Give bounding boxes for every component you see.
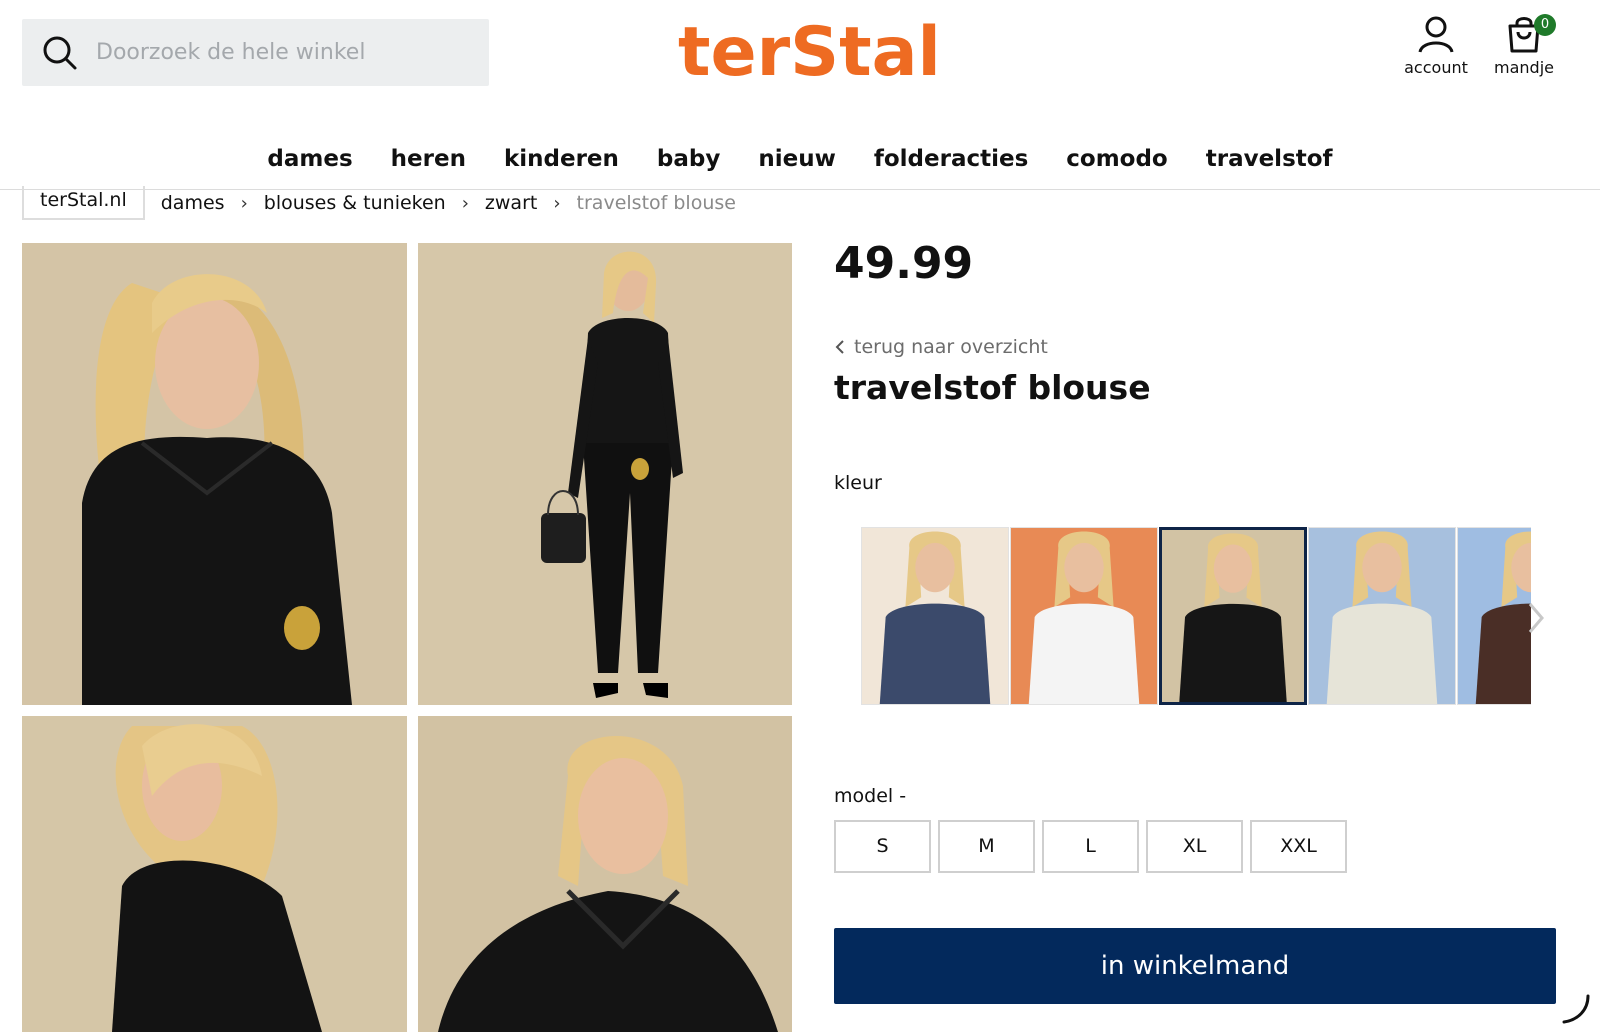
- breadcrumb-home[interactable]: terStal.nl: [22, 186, 145, 220]
- breadcrumb-item[interactable]: dames: [161, 193, 225, 213]
- logo[interactable]: terStal: [678, 12, 941, 94]
- navy-blouse-swatch[interactable]: [861, 527, 1009, 705]
- size-option-xl[interactable]: XL: [1146, 820, 1243, 873]
- cart-button[interactable]: 0 mandje: [1490, 14, 1558, 77]
- color-swatch-carousel: [861, 527, 1531, 705]
- search-icon[interactable]: [42, 35, 78, 71]
- account-button[interactable]: account: [1404, 14, 1468, 77]
- loading-spinner-icon: [1562, 994, 1590, 1024]
- add-to-cart-button[interactable]: in winkelmand: [834, 928, 1556, 1004]
- size-label: model -: [834, 785, 907, 807]
- main-navigation: dames heren kinderen baby nieuw folderac…: [0, 140, 1600, 190]
- product-price: 49.99: [834, 238, 974, 289]
- white-blouse-swatch[interactable]: [1010, 527, 1158, 705]
- cream-blouse-swatch[interactable]: [1308, 527, 1456, 705]
- chevron-right-icon: ›: [461, 192, 469, 214]
- chevron-left-icon: [835, 340, 844, 354]
- back-to-overview-link[interactable]: terug naar overzicht: [834, 336, 1048, 358]
- nav-item-folderacties[interactable]: folderacties: [855, 140, 1047, 189]
- breadcrumb-item[interactable]: zwart: [485, 193, 537, 213]
- chevron-right-icon: ›: [553, 192, 561, 214]
- nav-item-comodo[interactable]: comodo: [1047, 140, 1186, 189]
- size-option-m[interactable]: M: [938, 820, 1035, 873]
- nav-item-travelstof[interactable]: travelstof: [1187, 140, 1352, 189]
- cart-label: mandje: [1494, 58, 1554, 77]
- nav-item-nieuw[interactable]: nieuw: [739, 140, 854, 189]
- chevron-right-icon: ›: [240, 192, 248, 214]
- account-label: account: [1404, 58, 1468, 77]
- back-label: terug naar overzicht: [854, 336, 1048, 358]
- breadcrumb-item[interactable]: blouses & tunieken: [264, 193, 446, 213]
- size-option-s[interactable]: S: [834, 820, 931, 873]
- search-input[interactable]: [96, 40, 476, 65]
- nav-item-dames[interactable]: dames: [248, 140, 371, 189]
- breadcrumb-current: travelstof blouse: [576, 192, 736, 214]
- nav-item-kinderen[interactable]: kinderen: [485, 140, 638, 189]
- chevron-right-icon[interactable]: [1524, 600, 1548, 636]
- search-bar[interactable]: [22, 19, 489, 86]
- cart-count-badge: 0: [1534, 14, 1556, 36]
- product-image-full[interactable]: [418, 243, 792, 705]
- breadcrumb: terStal.nl dames › blouses & tunieken › …: [22, 186, 736, 220]
- size-option-l[interactable]: L: [1042, 820, 1139, 873]
- user-icon: [1418, 16, 1454, 53]
- brown-blouse-swatch[interactable]: [1457, 527, 1531, 705]
- product-image-detail[interactable]: [418, 716, 792, 1032]
- size-selector: S M L XL XXL: [834, 820, 1354, 873]
- nav-item-heren[interactable]: heren: [372, 140, 485, 189]
- product-image-back[interactable]: [22, 716, 407, 1032]
- nav-item-baby[interactable]: baby: [638, 140, 739, 189]
- color-label: kleur: [834, 472, 882, 494]
- size-option-xxl[interactable]: XXL: [1250, 820, 1347, 873]
- black-blouse-swatch[interactable]: [1159, 527, 1307, 705]
- logo-text: terStal: [678, 13, 941, 92]
- product-title: travelstof blouse: [834, 368, 1151, 407]
- product-image-front[interactable]: [22, 243, 407, 705]
